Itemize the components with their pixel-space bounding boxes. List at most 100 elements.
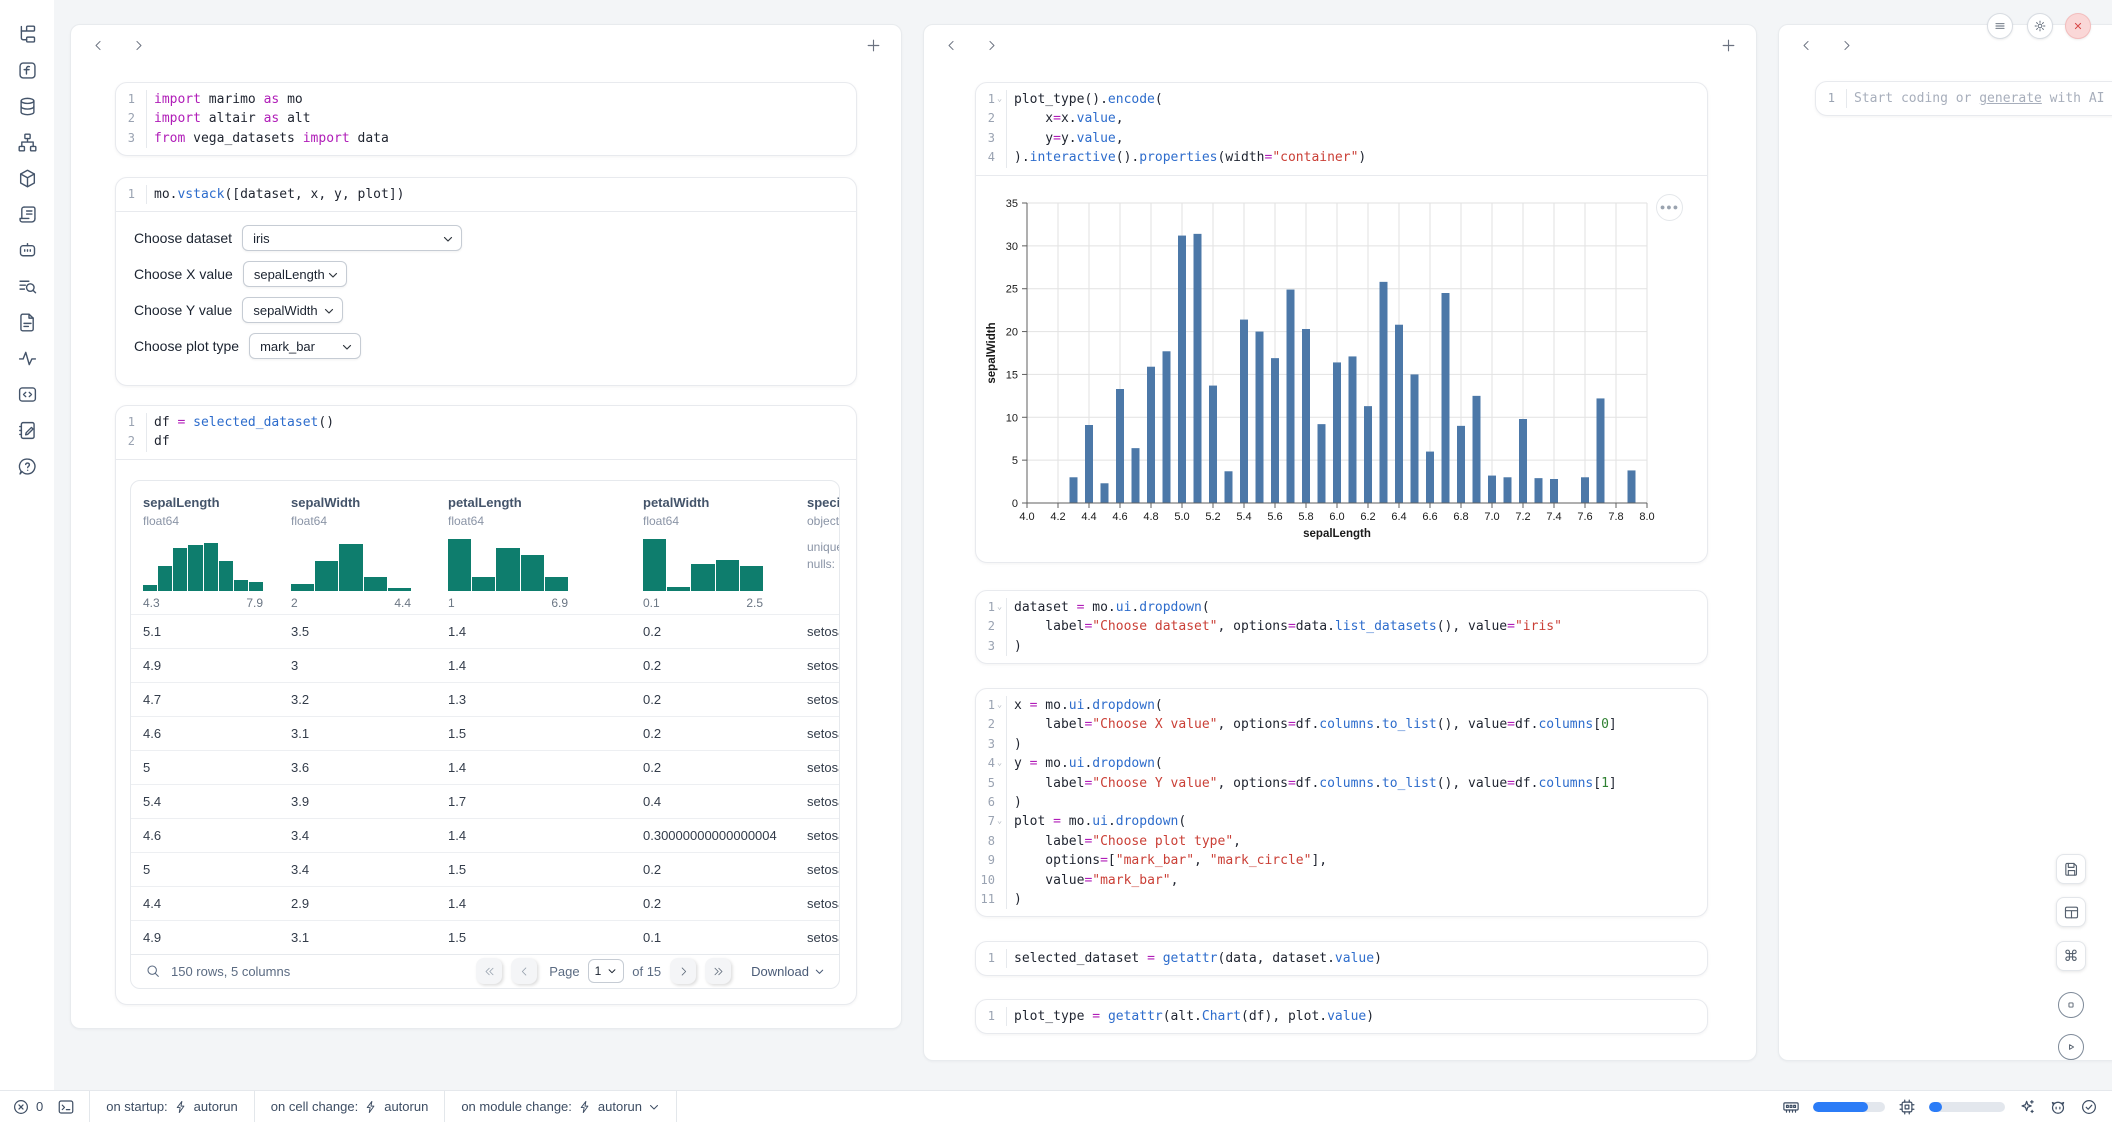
sidebar-item-snippets[interactable] [13, 380, 41, 408]
search-icon[interactable] [145, 963, 161, 979]
fold-chevron-icon[interactable]: ⌄ [995, 598, 1004, 617]
bar [1333, 362, 1341, 503]
page-value: 1 [595, 964, 602, 978]
code-editor[interactable]: 1mo.vstack([dataset, x, y, plot]) [116, 178, 856, 211]
line-number-gutter: 1 [1816, 89, 1847, 108]
dropdown-select-choose-dataset[interactable]: iris [242, 225, 462, 251]
table-cell: 3.4 [279, 828, 436, 843]
sidebar-item-functions[interactable] [13, 56, 41, 84]
dropdown-value: sepalWidth [253, 303, 317, 318]
dropdown-select-choose-y-value[interactable]: sepalWidth [242, 297, 343, 323]
first-page-button[interactable] [476, 958, 502, 984]
table-row[interactable]: 53.41.50.2setosa [131, 852, 839, 886]
svg-text:7.6: 7.6 [1577, 511, 1592, 523]
run-button[interactable] [2058, 1034, 2084, 1060]
sidebar-item-database[interactable] [13, 92, 41, 120]
fold-chevron-icon[interactable]: ⌄ [995, 696, 1004, 715]
layout-select-button[interactable] [2056, 897, 2086, 927]
code-line: label="Choose X value", options=df.colum… [1014, 715, 1707, 734]
table-cell: setosa [795, 794, 839, 809]
line-number-gutter: 12 [116, 413, 147, 452]
table-row[interactable]: 4.42.91.40.2setosa [131, 886, 839, 920]
table-row[interactable]: 4.93.11.50.1setosa [131, 920, 839, 954]
column-header-sepalLength[interactable]: sepalLengthfloat644.37.9 [131, 495, 279, 611]
chart-menu-button[interactable]: ●●● [1656, 194, 1683, 221]
panel-right-nav [1795, 34, 1857, 56]
panel-collapse-left-button[interactable] [1795, 34, 1817, 56]
run-config-on-cell-change[interactable]: on cell change:autorun [255, 1091, 446, 1122]
errors-icon[interactable] [12, 1098, 30, 1116]
table-row[interactable]: 53.61.40.2setosa [131, 750, 839, 784]
shutdown-button[interactable] [2065, 13, 2091, 39]
column-header-sepalWidth[interactable]: sepalWidthfloat6424.4 [279, 495, 436, 611]
table-cell: 1.3 [436, 692, 631, 707]
sidebar-item-help[interactable] [13, 452, 41, 480]
add-cell-button[interactable] [1716, 33, 1740, 57]
table-row[interactable]: 4.931.40.2setosa [131, 648, 839, 682]
panel-collapse-left-button[interactable] [87, 34, 109, 56]
settings-button[interactable] [2027, 13, 2053, 39]
connection-status-icon[interactable] [2080, 1098, 2098, 1116]
dropdown-select-choose-x-value[interactable]: sepalLength [243, 261, 347, 287]
sidebar-item-file-tree[interactable] [13, 20, 41, 48]
interrupt-button[interactable] [2058, 992, 2084, 1018]
sidebar-item-scratchpad[interactable] [13, 416, 41, 444]
download-button[interactable]: Download [751, 964, 825, 979]
dropdown-value: mark_bar [260, 339, 315, 354]
code-editor[interactable]: 1⌄23dataset = mo.ui.dropdown( label="Cho… [976, 591, 1707, 663]
sidebar-item-search-list[interactable] [13, 272, 41, 300]
column-header-petalLength[interactable]: petalLengthfloat6416.9 [436, 495, 631, 611]
sidebar-item-scroll[interactable] [13, 200, 41, 228]
page-select[interactable]: 1 [588, 959, 625, 983]
column-header-species[interactable]: speciesobjectuniquenulls: [795, 495, 839, 611]
table-row[interactable]: 5.43.91.70.4setosa [131, 784, 839, 818]
panel-expand-right-button[interactable] [127, 34, 149, 56]
table-cell: 0.2 [631, 896, 795, 911]
add-cell-button[interactable] [861, 33, 885, 57]
sidebar-item-chat[interactable] [13, 236, 41, 264]
panel-expand-right-button[interactable] [1835, 34, 1857, 56]
altair-chart[interactable]: ●●● 4.04.24.44.64.85.05.25.45.65.86.06.2… [976, 176, 1707, 563]
table-row[interactable]: 5.13.51.40.2setosa [131, 614, 839, 648]
status-left: 0 on startup:autorunon cell change:autor… [0, 1091, 677, 1122]
fold-chevron-icon[interactable]: ⌄ [995, 754, 1004, 773]
code-editor[interactable]: 123import marimo as moimport altair as a… [116, 83, 856, 155]
column-histogram [448, 537, 568, 591]
next-page-button[interactable] [670, 958, 696, 984]
terminal-icon[interactable] [57, 1098, 75, 1116]
cpu-icon [1898, 1098, 1916, 1116]
run-config-on-module-change[interactable]: on module change:autorun [445, 1091, 677, 1122]
panel-collapse-left-button[interactable] [940, 34, 962, 56]
table-row[interactable]: 4.63.11.50.2setosa [131, 716, 839, 750]
notebook-menu-button[interactable] [1987, 13, 2013, 39]
run-config-on-startup[interactable]: on startup:autorun [89, 1091, 255, 1122]
code-line: ).interactive().properties(width="contai… [1014, 148, 1707, 167]
dropdown-select-choose-plot-type[interactable]: mark_bar [249, 333, 361, 359]
sidebar-item-package[interactable] [13, 164, 41, 192]
bar [1473, 395, 1481, 502]
sidebar-item-dependency-graph[interactable] [13, 128, 41, 156]
column-min-max: 16.9 [448, 595, 568, 611]
ai-sparkles-icon[interactable] [2018, 1098, 2036, 1116]
code-editor[interactable]: 1⌄234plot_type().encode( x=x.value, y=y.… [976, 83, 1707, 175]
bar [1287, 289, 1295, 502]
code-editor[interactable]: 12df = selected_dataset()df [116, 406, 856, 459]
sidebar-item-document[interactable] [13, 308, 41, 336]
table-row[interactable]: 4.73.21.30.2setosa [131, 682, 839, 716]
keyboard-shortcuts-button[interactable]: ⌘ [2056, 941, 2086, 971]
panel-expand-right-button[interactable] [980, 34, 1002, 56]
code-editor[interactable]: 1⌄234⌄567⌄891011x = mo.ui.dropdown( labe… [976, 689, 1707, 916]
code-editor[interactable]: 1plot_type = getattr(alt.Chart(df), plot… [976, 1000, 1707, 1033]
fold-chevron-icon[interactable]: ⌄ [995, 90, 1004, 109]
sidebar-item-activity[interactable] [13, 344, 41, 372]
prev-page-button[interactable] [511, 958, 537, 984]
table-row[interactable]: 4.63.41.40.30000000000000004setosa [131, 818, 839, 852]
last-page-button[interactable] [705, 958, 731, 984]
scroll-icon [17, 204, 38, 225]
copilot-icon[interactable] [2049, 1098, 2067, 1116]
column-header-petalWidth[interactable]: petalWidthfloat640.12.5 [631, 495, 795, 611]
save-button[interactable] [2056, 854, 2086, 884]
code-editor[interactable]: 1selected_dataset = getattr(data, datase… [976, 942, 1707, 975]
fold-chevron-icon[interactable]: ⌄ [995, 812, 1004, 831]
code-editor[interactable]: 1Start coding or generate with AI [1816, 82, 2112, 115]
